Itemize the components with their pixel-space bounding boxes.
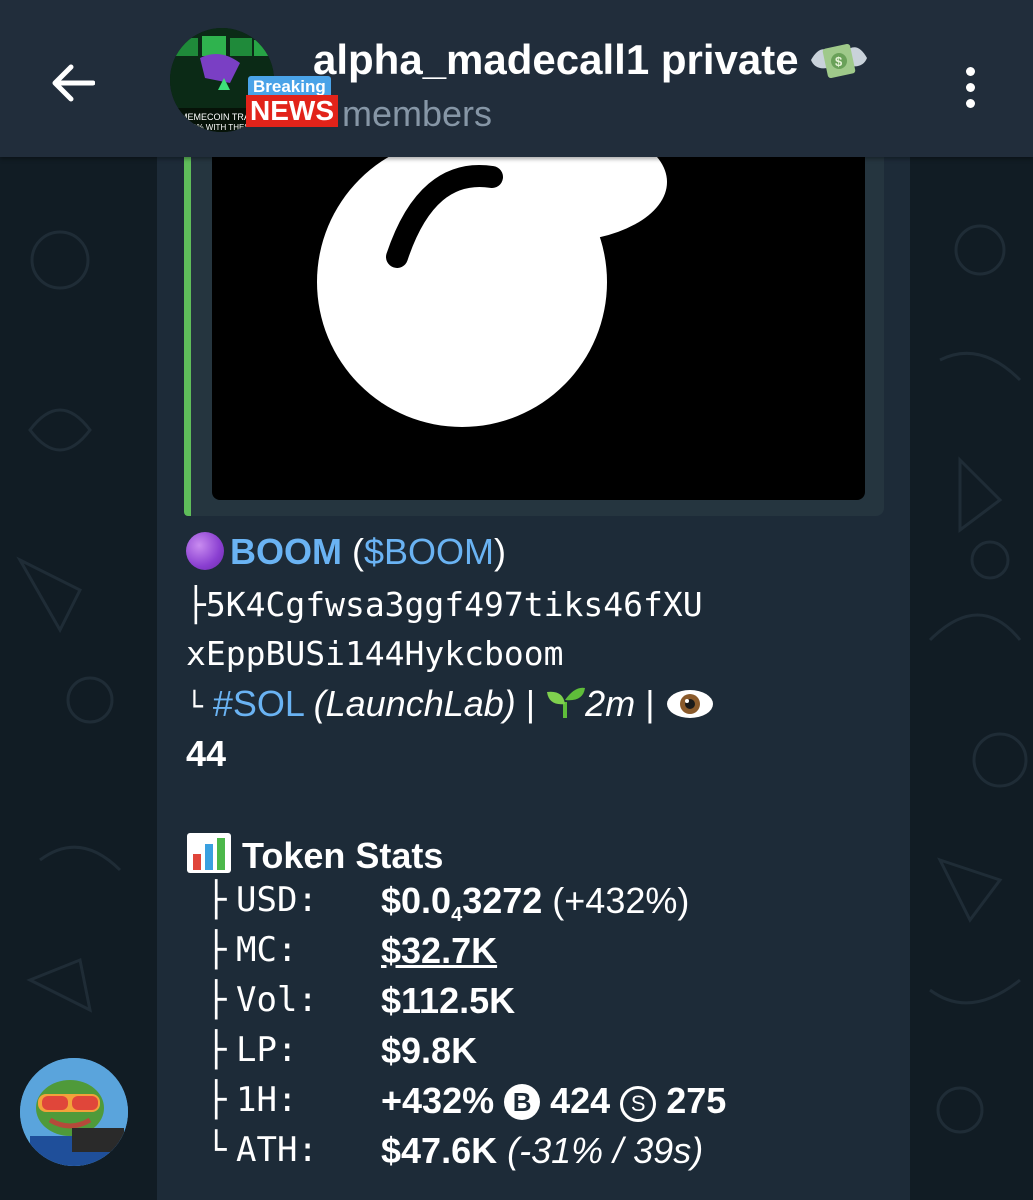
stat-value: +432% B 424 S 275 [381, 1080, 727, 1122]
arrow-left-icon [52, 64, 95, 102]
eye-icon [666, 690, 713, 718]
member-count: members [342, 93, 493, 134]
sells-icon: S [620, 1086, 657, 1122]
tree-end: └ [206, 1130, 227, 1170]
stats-heading: Token Stats [186, 832, 443, 877]
token-logo-image[interactable] [212, 157, 865, 500]
chat-header: MEMECOIN TRADE 0% WITH THESE Breaking NE… [0, 0, 1033, 157]
view-count: 44 [186, 733, 227, 774]
contract-address-line2[interactable]: xEppBUSi144Hykcboom [186, 634, 564, 673]
back-button[interactable] [44, 54, 102, 112]
platform-label: (LaunchLab) [313, 683, 516, 724]
dot-icon [965, 82, 975, 92]
tree-branch: ├ [186, 585, 206, 624]
separator: | [645, 683, 655, 724]
ticker-close: ) [494, 531, 507, 572]
tree-branch: ├ [206, 1030, 227, 1070]
stat-value: $9.8K [381, 1030, 478, 1071]
contract-address-line1[interactable]: ├5K4Cgfwsa3ggf497tiks46fXU [186, 585, 703, 624]
ticker-link[interactable]: $BOOM [364, 531, 494, 572]
boom-logo-icon [317, 157, 667, 427]
svg-text:$: $ [835, 54, 843, 69]
chat-title-text: alpha_madecall1 private [313, 36, 799, 83]
stat-key: 1H: [236, 1080, 298, 1120]
ticker-open: ( [352, 531, 365, 572]
stat-key: Vol: [236, 980, 318, 1020]
bar-chart-icon [187, 833, 231, 873]
money-with-wings-icon: $ [810, 43, 867, 79]
token-name-link[interactable]: BOOM [230, 531, 342, 572]
pepe-avatar-icon [20, 1058, 128, 1166]
tree-branch: ├ [206, 930, 227, 970]
stat-key: MC: [236, 930, 298, 970]
tree-branch: ├ [206, 880, 227, 920]
news-label: NEWS [246, 95, 338, 127]
address-part2: xEppBUSi144Hykcboom [186, 634, 564, 673]
buys-icon: B [504, 1084, 541, 1120]
chain-info-line: └ #SOL (LaunchLab) | 2m | [186, 683, 715, 725]
sender-avatar[interactable] [20, 1058, 128, 1166]
reply-accent-bar [184, 140, 191, 516]
sells-count: 275 [666, 1080, 727, 1121]
buys-count: 424 [550, 1080, 611, 1121]
separator: | [525, 683, 536, 724]
chat-title[interactable]: alpha_madecall1 private $ [313, 36, 869, 84]
dot-icon [965, 66, 975, 76]
stats-title: Token Stats [242, 835, 444, 876]
more-options-button[interactable] [946, 58, 994, 116]
chain-hashtag[interactable]: #SOL [213, 683, 304, 724]
tree-end: └ [186, 690, 203, 723]
tree-branch: ├ [206, 980, 227, 1020]
stat-key: ATH: [236, 1130, 318, 1170]
address-part1: 5K4Cgfwsa3ggf497tiks46fXU [205, 585, 703, 624]
dot-icon [965, 98, 975, 108]
stat-key: USD: [236, 880, 318, 920]
stat-value: $0.043272 (+432%) [381, 880, 690, 927]
stat-value: $112.5K [381, 980, 516, 1021]
stat-key: LP: [236, 1030, 298, 1070]
stat-value: $47.6K (-31% / 39s) [381, 1130, 704, 1171]
token-title-line: BOOM ($BOOM) [186, 531, 506, 573]
purple-circle-icon [186, 532, 224, 570]
age-label: 2m [585, 683, 636, 724]
seedling-icon [547, 687, 586, 718]
market-cap-link[interactable]: $32.7K [381, 930, 497, 972]
tree-branch: ├ [206, 1080, 227, 1120]
